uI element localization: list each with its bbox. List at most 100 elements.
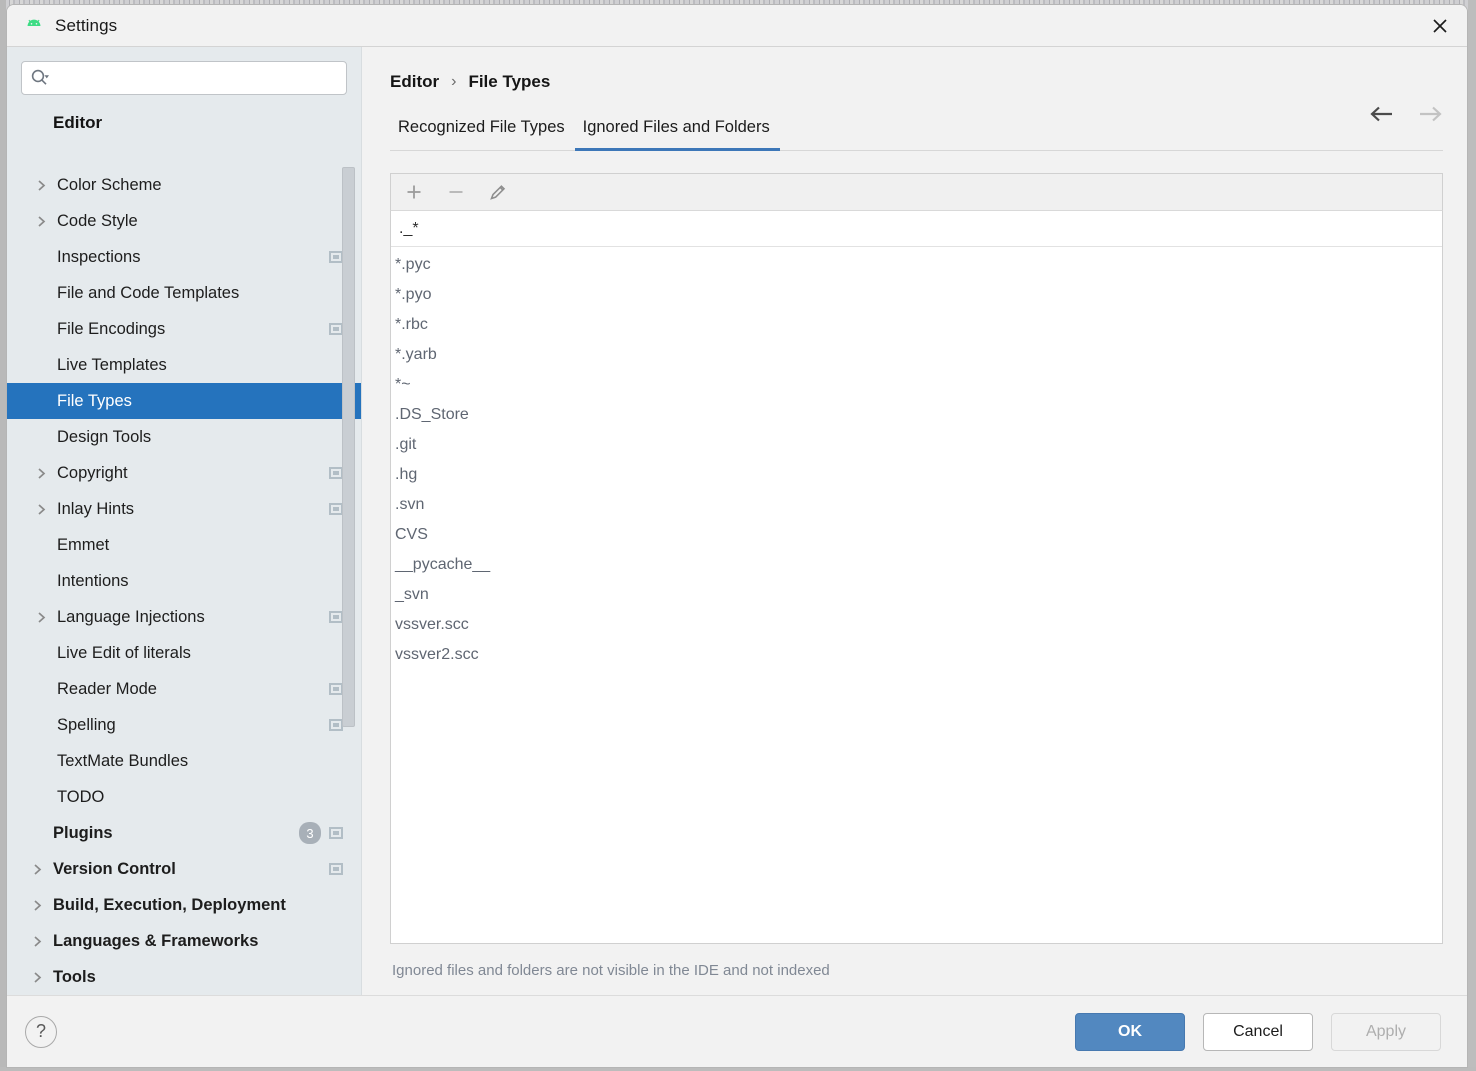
list-item[interactable]: .hg <box>391 460 1442 490</box>
list-item[interactable]: _svn <box>391 580 1442 610</box>
sidebar-item-label: Spelling <box>57 715 116 734</box>
inline-edit-row[interactable] <box>391 211 1442 247</box>
modified-indicator-icon <box>329 719 343 731</box>
list-item[interactable]: .svn <box>391 490 1442 520</box>
sidebar-item-version-control[interactable]: Version Control <box>7 851 361 887</box>
help-label: ? <box>35 1021 46 1041</box>
sidebar-scrollbar[interactable] <box>342 105 355 995</box>
tab-recognized-file-types[interactable]: Recognized File Types <box>390 118 575 151</box>
title-bar: Settings <box>7 5 1467 47</box>
sidebar-item-todo[interactable]: TODO <box>7 779 361 815</box>
sidebar-item-live-templates[interactable]: Live Templates <box>7 347 361 383</box>
ok-button[interactable]: OK <box>1075 1012 1185 1051</box>
sidebar-item-file-types[interactable]: File Types <box>7 383 361 419</box>
add-button[interactable] <box>401 179 427 205</box>
list-item[interactable]: .git <box>391 430 1442 460</box>
sidebar-item-label: Live Templates <box>57 355 167 374</box>
sidebar-item-label: Intentions <box>57 571 129 590</box>
sidebar-scrollbar-thumb[interactable] <box>342 167 355 727</box>
sidebar-item-label: Design Tools <box>57 427 152 446</box>
breadcrumb: Editor › File Types <box>390 47 1443 103</box>
chevron-right-icon[interactable] <box>31 863 53 876</box>
plus-icon <box>407 185 421 199</box>
sidebar-item-label: Code Style <box>57 211 138 230</box>
sidebar-item-file-and-code-templates[interactable]: File and Code Templates <box>7 275 361 311</box>
sidebar-item-textmate-bundles[interactable]: TextMate Bundles <box>7 743 361 779</box>
sidebar-item-label: File Types <box>57 391 132 410</box>
settings-content: Editor › File Types Recognized File Type… <box>362 47 1467 995</box>
sidebar-item-build-execution-deployment[interactable]: Build, Execution, Deployment <box>7 887 361 923</box>
sidebar-item-badge: 3 <box>299 822 321 844</box>
ignored-entries-list[interactable]: *.pyc *.pyo *.rbc *.yarb *~ .DS_Store .git .hg.… <box>391 247 1442 943</box>
sidebar-item-plugins[interactable]: Plugins 3 <box>7 815 361 851</box>
search-input[interactable] <box>50 62 338 94</box>
sidebar-item-tools[interactable]: Tools <box>7 959 361 995</box>
sidebar-item-color-scheme[interactable]: Color Scheme <box>7 167 361 203</box>
close-icon[interactable] <box>1413 5 1467 47</box>
sidebar-item-emmet[interactable]: Emmet <box>7 527 361 563</box>
list-item[interactable]: vssver2.scc <box>391 640 1442 670</box>
list-item[interactable]: *~ <box>391 370 1442 400</box>
sidebar-group-editor: Editor <box>53 113 103 132</box>
arrow-right-icon[interactable] <box>1417 105 1443 123</box>
sidebar-item-label: File Encodings <box>57 319 166 338</box>
sidebar-item-intentions[interactable]: Intentions <box>7 563 361 599</box>
tab-bar: Recognized File Types Ignored Files and F… <box>390 107 1443 151</box>
sidebar-item-reader-mode[interactable]: Reader Mode <box>7 671 361 707</box>
ignored-hint-text: Ignored files and folders are not visibl… <box>392 962 830 979</box>
apply-button[interactable]: Apply <box>1331 1012 1441 1051</box>
sidebar-item-file-encodings[interactable]: File Encodings <box>7 311 361 347</box>
list-item[interactable]: .DS_Store <box>391 400 1442 430</box>
chevron-right-icon[interactable] <box>31 935 53 948</box>
list-item[interactable]: *.pyc <box>391 250 1442 280</box>
list-item[interactable]: CVS <box>391 520 1442 550</box>
list-item[interactable]: *.yarb <box>391 340 1442 370</box>
chevron-right-icon[interactable] <box>35 215 57 228</box>
sidebar-item-inspections[interactable]: Inspections <box>7 239 361 275</box>
settings-dialog: Settings Editor Color Scheme Code Style … <box>6 4 1468 1068</box>
breadcrumb-root[interactable]: Editor <box>390 72 439 92</box>
settings-tree[interactable]: Editor Color Scheme Code Style Inspections… <box>7 105 361 995</box>
sidebar-item-language-injections[interactable]: Language Injections <box>7 599 361 635</box>
sidebar-item-label: Language Injections <box>57 607 205 626</box>
list-item[interactable]: vssver.scc <box>391 610 1442 640</box>
tab-ignored-files-and-folders[interactable]: Ignored Files and Folders <box>574 118 780 151</box>
search-box[interactable] <box>21 61 347 95</box>
ignored-pattern-input[interactable] <box>399 211 1434 246</box>
edit-button[interactable] <box>485 179 511 205</box>
dialog-body: Editor Color Scheme Code Style Inspections… <box>7 47 1467 995</box>
help-icon[interactable]: ? <box>25 1015 57 1048</box>
modified-indicator-icon <box>329 323 343 335</box>
sidebar-item-live-edit-of-literals[interactable]: Live Edit of literals <box>7 635 361 671</box>
navigation-arrows <box>1369 105 1443 123</box>
breadcrumb-leaf: File Types <box>468 72 551 91</box>
sidebar-item-inlay-hints[interactable]: Inlay Hints <box>7 491 361 527</box>
list-item[interactable]: *.pyo <box>391 280 1442 310</box>
cancel-button[interactable]: Cancel <box>1203 1012 1313 1051</box>
modified-indicator-icon <box>329 683 343 695</box>
chevron-right-icon[interactable] <box>35 179 57 192</box>
settings-sidebar: Editor Color Scheme Code Style Inspections… <box>7 47 362 995</box>
sidebar-item-design-tools[interactable]: Design Tools <box>7 419 361 455</box>
sidebar-item-label: Tools <box>53 967 96 986</box>
chevron-right-icon[interactable] <box>35 503 57 516</box>
chevron-right-icon[interactable] <box>31 971 53 984</box>
ignored-list-panel: *.pyc*.pyo*.rbc*.yarb*~.DS_Store.git.hg.… <box>390 211 1443 944</box>
chevron-right-icon[interactable] <box>35 467 57 480</box>
sidebar-item-label: Plugins <box>53 823 113 842</box>
sidebar-item-label: Emmet <box>57 535 110 554</box>
list-item[interactable]: __pycache__ <box>391 550 1442 580</box>
arrow-left-icon[interactable] <box>1369 105 1395 123</box>
sidebar-item-copyright[interactable]: Copyright <box>7 455 361 491</box>
sidebar-item-spelling[interactable]: Spelling <box>7 707 361 743</box>
chevron-right-icon[interactable] <box>31 899 53 912</box>
chevron-right-icon[interactable] <box>35 611 57 624</box>
sidebar-item-label: Inlay Hints <box>57 499 135 518</box>
sidebar-item-code-style[interactable]: Code Style <box>7 203 361 239</box>
sidebar-item-label: Build, Execution, Deployment <box>53 895 286 914</box>
list-toolbar <box>390 173 1443 211</box>
window-title: Settings <box>55 15 118 35</box>
sidebar-item-languages-frameworks[interactable]: Languages & Frameworks <box>7 923 361 959</box>
list-item[interactable]: *.rbc <box>391 310 1442 340</box>
remove-button[interactable] <box>443 179 469 205</box>
